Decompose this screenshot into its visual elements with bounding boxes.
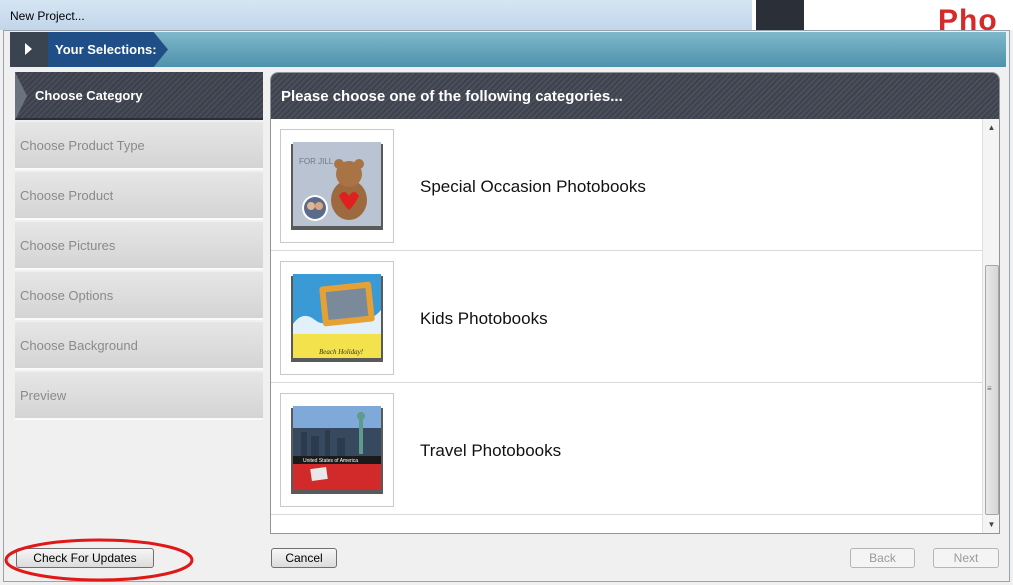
category-label: Travel Photobooks (420, 441, 562, 460)
annotation-circle (4, 538, 194, 582)
category-panel: Please choose one of the following categ… (270, 72, 1000, 534)
step-choose-product-type[interactable]: Choose Product Type (15, 122, 263, 170)
category-kids[interactable]: Beach Holiday! Kids Photobooks (271, 251, 982, 383)
travel-thumbnail: United States of America (280, 393, 394, 507)
step-label: Choose Category (35, 88, 143, 103)
step-choose-options[interactable]: Choose Options (15, 272, 263, 320)
step-label: Choose Background (20, 338, 138, 353)
step-label: Choose Product (20, 188, 114, 203)
back-button[interactable]: Back (850, 548, 915, 568)
window-title: New Project... (10, 9, 85, 23)
kids-thumbnail: Beach Holiday! (280, 261, 394, 375)
selections-label: Your Selections: (55, 42, 157, 57)
step-label: Choose Pictures (20, 238, 116, 253)
play-arrow-icon (25, 43, 32, 55)
cancel-button[interactable]: Cancel (271, 548, 337, 568)
step-label: Preview (20, 388, 67, 403)
grip-icon: ≡ (987, 384, 992, 393)
category-travel[interactable]: United States of America Travel Photoboo… (271, 383, 982, 515)
step-choose-pictures[interactable]: Choose Pictures (15, 222, 263, 270)
step-preview[interactable]: Preview (15, 372, 263, 420)
next-button[interactable]: Next (933, 548, 999, 568)
thumb-text-for-jill: FOR JILL (299, 157, 334, 166)
panel-header: Please choose one of the following categ… (271, 73, 999, 119)
step-choose-product[interactable]: Choose Product (15, 172, 263, 220)
step-label: Choose Product Type (20, 138, 145, 153)
special-occasion-thumbnail: FOR JILL (280, 129, 394, 243)
panel-heading: Please choose one of the following categ… (281, 88, 623, 105)
category-scrollbar[interactable]: ▲ ≡ ▼ (982, 119, 999, 533)
step-choose-background[interactable]: Choose Background (15, 322, 263, 370)
step-choose-category[interactable]: Choose Category (15, 72, 263, 120)
step-label: Choose Options (20, 288, 114, 303)
background-partial-text: Pho (938, 4, 998, 30)
scroll-up-arrow-icon[interactable]: ▲ (983, 119, 999, 136)
thumb-text-beach-holiday: Beach Holiday! (319, 348, 364, 356)
background-window: Pho (752, 0, 1013, 30)
thumb-text-usa: United States of America (303, 458, 358, 464)
scroll-down-arrow-icon[interactable]: ▼ (983, 516, 999, 533)
category-label: Kids Photobooks (420, 309, 548, 328)
category-special-occasion[interactable]: FOR JILL Special Occasion Photobooks (271, 119, 982, 251)
category-label: Special Occasion Photobooks (420, 177, 646, 196)
